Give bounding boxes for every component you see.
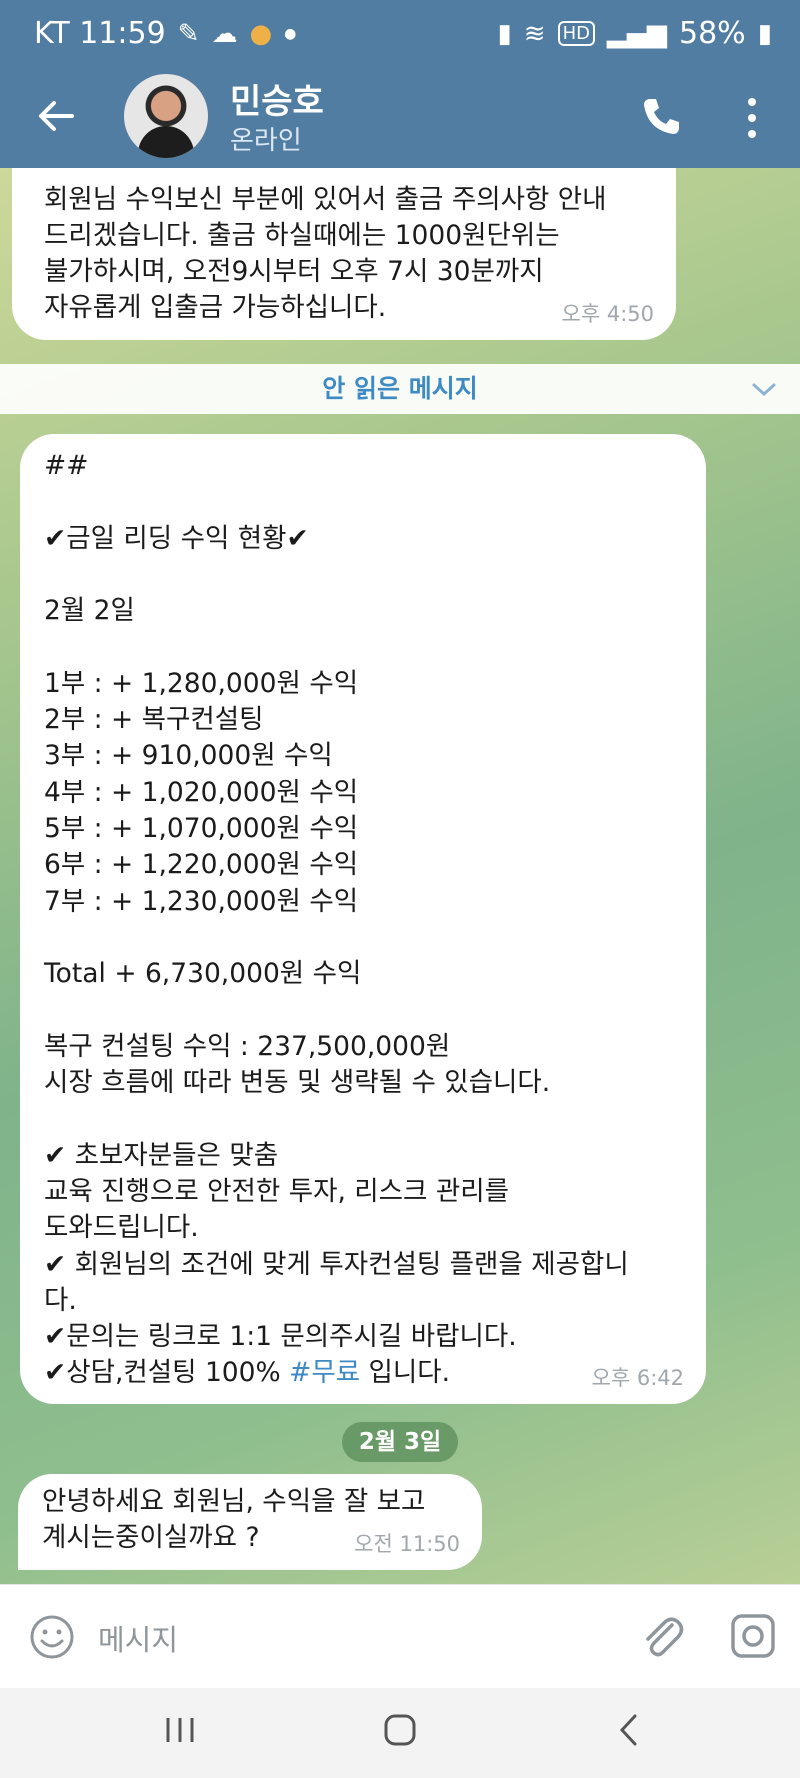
hashtag-link[interactable]: #무료 [289, 1357, 360, 1388]
message-time: 오후 4:50 [561, 302, 654, 326]
message-time: 오후 6:42 [591, 1366, 684, 1390]
contact-name[interactable]: 민승호 [230, 74, 324, 123]
chat-area[interactable]: 회원님 수익보신 부분에 있어서 출금 주의사항 안내 드리겠습니다. 출금 하… [0, 168, 800, 1584]
pen-icon: ✎ [177, 18, 200, 49]
notification-icon: ● [249, 18, 273, 49]
message-input[interactable]: 메시지 [98, 1617, 178, 1659]
dot-icon: ● [284, 25, 297, 42]
signal-icon: ▂▄▆ [607, 18, 667, 49]
more-options-icon[interactable] [742, 94, 762, 142]
unread-label: 안 읽은 메시지 [322, 374, 478, 403]
camera-icon[interactable] [728, 1611, 778, 1661]
message-bubble[interactable]: ## ✔금일 리딩 수익 현황✔ 2월 2일 1부 : + 1,280,000원… [20, 434, 706, 1404]
chat-header: 민승호 온라인 [0, 72, 800, 168]
carrier-time: KT 11:59 [34, 16, 166, 51]
message-input-bar: 메시지 [0, 1584, 800, 1689]
battery-saver-icon: ▮ [497, 18, 512, 49]
phone-icon[interactable] [640, 94, 684, 138]
message-text: ## ✔금일 리딩 수익 현황✔ 2월 2일 1부 : + 1,280,000원… [44, 448, 682, 1392]
message-body: ## ✔금일 리딩 수익 현황✔ 2월 2일 1부 : + 1,280,000원… [44, 450, 629, 1389]
attach-icon[interactable] [638, 1611, 686, 1663]
hd-icon: HD [557, 21, 595, 46]
battery-icon: ▮ [757, 18, 772, 49]
home-icon[interactable] [380, 1710, 420, 1750]
wifi-icon: ≋ [523, 18, 546, 49]
unread-banner: 안 읽은 메시지 [0, 364, 800, 414]
message-tail: 입니다. [360, 1357, 451, 1389]
recent-apps-icon[interactable] [160, 1710, 200, 1750]
back-arrow-icon[interactable] [32, 92, 80, 140]
emoji-icon[interactable] [28, 1613, 76, 1661]
back-nav-icon[interactable] [610, 1710, 650, 1750]
contact-status: 온라인 [230, 126, 302, 156]
date-chip: 2월 3일 [342, 1422, 458, 1462]
message-text: 회원님 수익보신 부분에 있어서 출금 주의사항 안내 드리겠습니다. 출금 하… [44, 184, 607, 323]
battery-percent: 58% [679, 16, 746, 51]
cloud-icon: ☁ [211, 18, 238, 49]
message-bubble[interactable]: 회원님 수익보신 부분에 있어서 출금 주의사항 안내 드리겠습니다. 출금 하… [12, 168, 676, 340]
status-bar: KT 11:59 ✎ ☁ ● ● ▮ ≋ HD ▂▄▆ 58% ▮ [0, 0, 800, 72]
chevron-down-icon[interactable] [750, 364, 778, 414]
message-bubble[interactable]: 안녕하세요 회원님, 수익을 잘 보고 계시는중이실까요 ? 오전 11:50 [18, 1474, 482, 1570]
system-nav-bar [0, 1688, 800, 1778]
message-time: 오전 11:50 [354, 1532, 460, 1556]
avatar[interactable] [124, 74, 208, 158]
